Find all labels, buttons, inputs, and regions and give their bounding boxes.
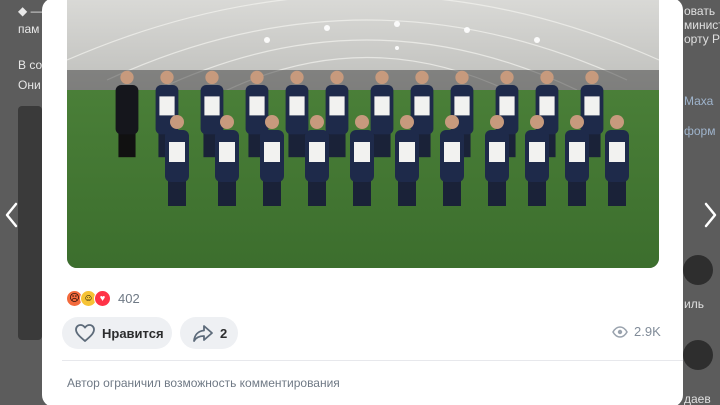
bg-text-line: минист [684,18,720,32]
share-count: 2 [220,325,228,341]
chevron-left-icon [5,202,18,228]
comments-disabled-notice: Автор ограничил возможность комментирова… [67,376,340,390]
heart-outline-icon [75,324,95,342]
bg-avatar [683,340,713,370]
share-button[interactable]: 2 [180,317,238,349]
post-photo[interactable] [67,0,659,268]
bg-avatar [683,255,713,285]
heart-emoji-icon: ♥ [94,289,111,307]
chevron-right-icon [704,202,717,228]
reactions-summary[interactable]: ☹ ☺ ♥ 402 [66,288,140,308]
bg-text-line: овать [684,4,716,18]
next-post-button[interactable] [700,200,720,230]
views-counter: 2.9K [612,324,661,339]
bg-text-line: В со [18,58,43,72]
bg-link: Маха [684,94,714,108]
eye-icon [612,325,628,338]
team-photo-illustration [67,0,659,268]
bg-link: форм [684,124,716,138]
divider [62,360,683,361]
share-arrow-icon [193,325,213,342]
reactions-count: 402 [118,290,140,306]
bg-text-line: даев [684,392,711,405]
bg-text-line: пам [18,22,40,36]
like-label: Нравится [102,325,164,341]
prev-post-button[interactable] [2,200,22,230]
like-button[interactable]: Нравится [62,317,172,349]
bg-text-line: иль [684,297,704,311]
bg-text-line: орту Р [684,32,720,46]
views-count: 2.9K [634,324,661,339]
bg-text-line: Они [18,78,41,92]
